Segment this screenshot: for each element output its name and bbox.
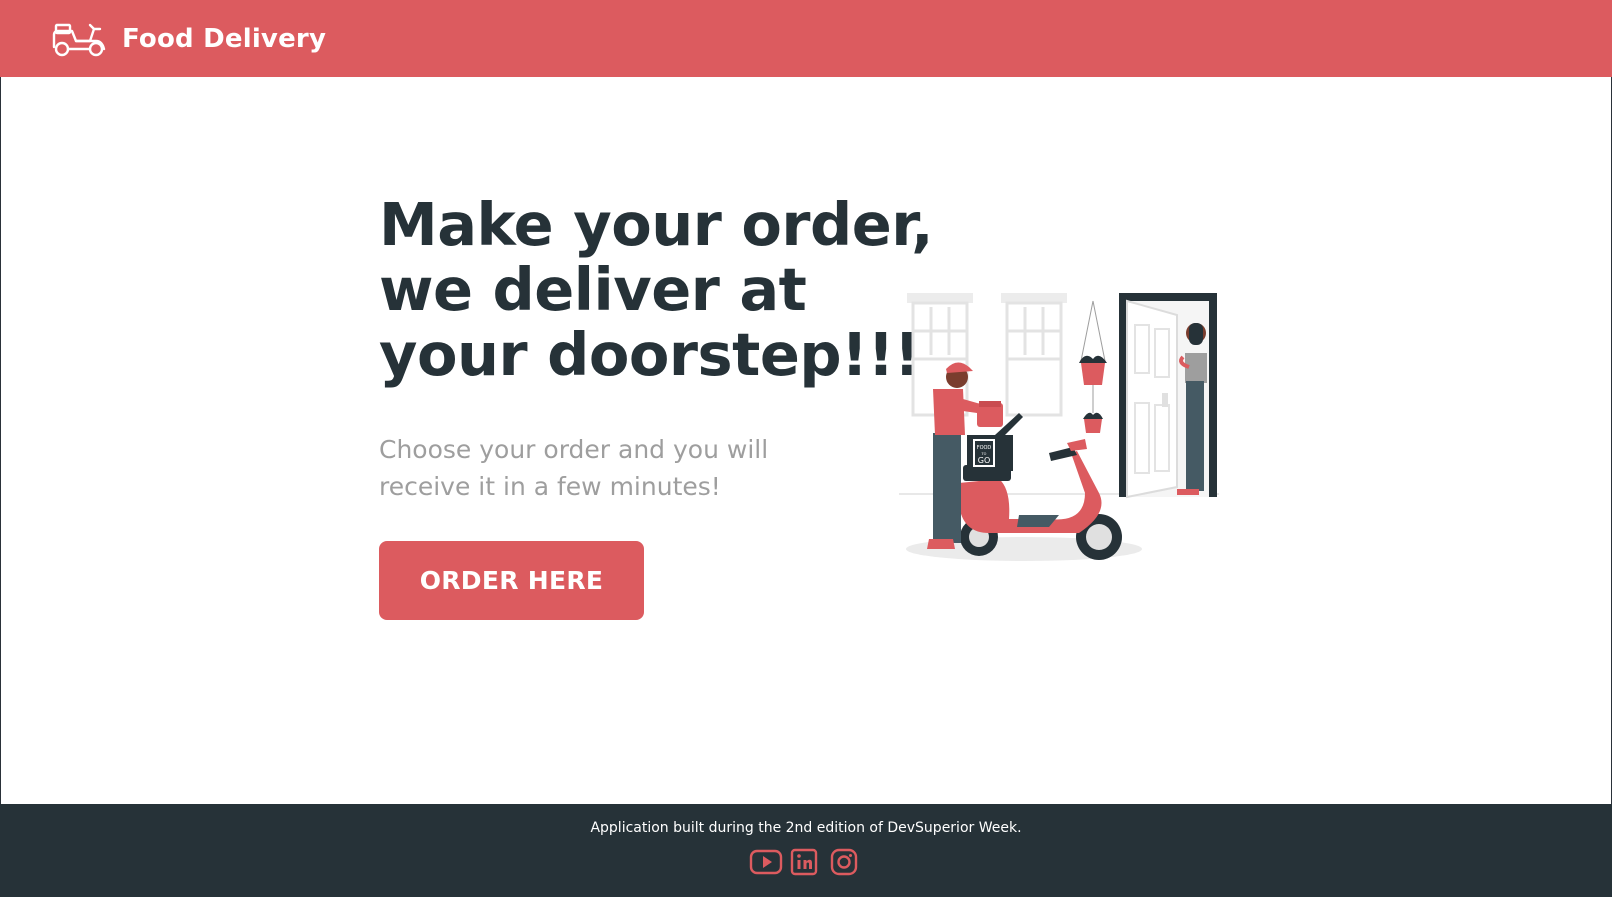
scooter-icon (52, 23, 106, 56)
order-here-button[interactable]: ORDER HERE (379, 541, 644, 620)
footer: Application built during the 2nd edition… (0, 804, 1612, 897)
social-links (749, 847, 863, 877)
hero-text: Make your order, we deliver at your door… (379, 190, 934, 620)
footer-text: Application built during the 2nd edition… (590, 820, 1022, 836)
delivery-illustration: FOOD TO GO (899, 293, 1219, 561)
hero-subtitle-line-2: receive it in a few minutes! (379, 472, 721, 501)
youtube-link[interactable] (749, 847, 783, 877)
hero-title-line-3: your doorstep!!! (379, 320, 921, 389)
page: Food Delivery Make your order, we delive… (0, 0, 1612, 897)
hero-title-line-1: Make your order, (379, 190, 934, 259)
linkedin-icon (790, 848, 818, 876)
hero-title: Make your order, we deliver at your door… (379, 190, 934, 389)
linkedin-link[interactable] (789, 847, 823, 877)
instagram-link[interactable] (829, 847, 863, 877)
hero-subtitle-line-1: Choose your order and you will (379, 435, 769, 464)
brand-title[interactable]: Food Delivery (122, 24, 326, 54)
instagram-icon (830, 848, 858, 876)
sign-text-food: FOOD (977, 445, 992, 451)
sign-text-go: GO (978, 456, 991, 465)
navbar: Food Delivery (0, 0, 1612, 77)
youtube-icon (749, 849, 783, 875)
hero-title-line-2: we deliver at (379, 255, 807, 324)
main-content: Make your order, we deliver at your door… (0, 77, 1612, 804)
hero-subtitle: Choose your order and you will receive i… (379, 431, 919, 505)
